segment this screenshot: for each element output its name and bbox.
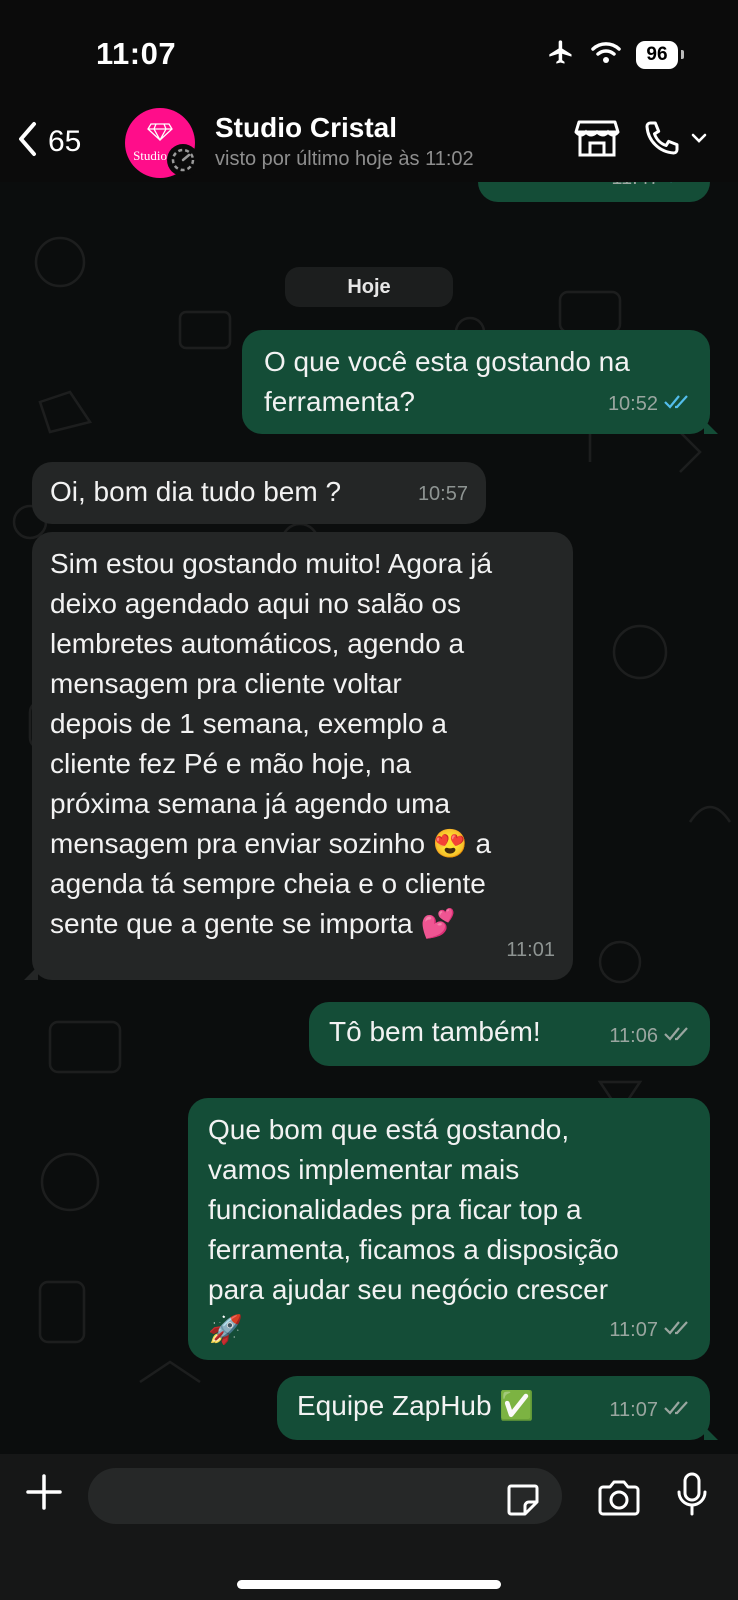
unread-count: 65 <box>48 124 82 158</box>
message-bubble-out[interactable]: Tô bem também! 11:06 <box>309 1002 710 1066</box>
contact-name[interactable]: Studio Cristal <box>215 112 397 144</box>
message-time-text: 11:47 <box>611 182 660 198</box>
delivered-receipt-icon <box>664 1310 692 1350</box>
message-line: Oi, bom dia tudo bem ? <box>50 476 342 507</box>
wifi-icon <box>590 40 622 69</box>
bubble-tail <box>704 420 718 434</box>
bubble-tail <box>704 1426 718 1440</box>
message-input[interactable] <box>88 1468 562 1524</box>
message-time-text: 10:52 <box>607 393 658 415</box>
message-line: próxima semana já agendo uma <box>50 788 451 819</box>
read-receipt-icon <box>664 384 692 424</box>
message-line: mensagem pra cliente voltar <box>50 668 402 699</box>
phone-icon[interactable] <box>642 118 682 163</box>
message-line: vamos implementar mais <box>208 1154 520 1185</box>
message-bubble-out[interactable]: O que você esta gostando na ferramenta? … <box>242 330 718 434</box>
message-bubble-out[interactable]: Equipe ZapHub ✅ 11:07 <box>277 1376 718 1440</box>
message-time-text: 10:57 <box>417 483 468 505</box>
mic-icon[interactable] <box>676 1472 708 1523</box>
message-bubble-in[interactable]: Oi, bom dia tudo bem ? 10:57 <box>32 462 486 524</box>
bubble-tail <box>24 966 38 980</box>
previous-message-bubble[interactable]: 11:47 <box>478 182 710 202</box>
status-ring-icon <box>167 144 199 176</box>
chat-area[interactable]: 11:47 Hoje O que você esta gostando na f… <box>0 182 738 1454</box>
message-line: sente que a gente se importa 💕 <box>50 908 456 939</box>
delivered-receipt-icon <box>664 1016 692 1056</box>
chat-header: 65 Studio Cri Studio Cristal visto por ú… <box>0 100 738 182</box>
message-bubble-out[interactable]: Que bom que está gostando, vamos impleme… <box>188 1098 710 1360</box>
message-time: 10:57 <box>418 474 468 514</box>
message-line: Sim estou gostando muito! Agora já <box>50 548 493 579</box>
message-line: cliente fez Pé e mão hoje, na <box>50 748 412 779</box>
status-bar: 11:07 96 <box>0 0 738 100</box>
date-separator: Hoje <box>285 267 453 307</box>
home-indicator <box>237 1580 501 1589</box>
message-line: lembretes automáticos, agendo a <box>50 628 465 659</box>
status-time: 11:07 <box>96 36 177 71</box>
message-bubble-in[interactable]: Sim estou gostando muito! Agora já deixo… <box>24 532 573 980</box>
header-actions <box>574 118 708 163</box>
message-time: 11:07 <box>609 1390 692 1430</box>
message-time: 10:52 <box>608 384 692 424</box>
message-time: 11:01 <box>506 930 555 970</box>
message-time-text: 11:01 <box>506 939 555 961</box>
camera-icon[interactable] <box>596 1478 642 1523</box>
message-time: 11:47 <box>611 182 692 198</box>
message-line: deixo agendado aqui no salão os <box>50 588 462 619</box>
message-line: agenda tá sempre cheia e o cliente <box>50 868 486 899</box>
status-icons: 96 <box>546 38 684 71</box>
battery-icon: 96 <box>636 40 684 69</box>
store-icon[interactable] <box>574 118 620 163</box>
message-line: funcionalidades pra ficar top a <box>208 1194 582 1225</box>
message-time-text: 11:06 <box>609 1025 658 1047</box>
plus-icon[interactable] <box>24 1472 64 1517</box>
message-line: para ajudar seu negócio crescer <box>208 1274 609 1305</box>
chevron-down-icon[interactable] <box>690 131 708 150</box>
message-time-text: 11:07 <box>609 1319 658 1341</box>
message-line: depois de 1 semana, exemplo a <box>50 708 447 739</box>
airplane-icon <box>546 38 576 71</box>
delivered-receipt-icon <box>664 1390 692 1430</box>
diamond-logo-icon <box>147 122 173 146</box>
sticker-icon[interactable] <box>505 1482 541 1523</box>
message-line: mensagem pra enviar sozinho 😍 a <box>50 828 492 859</box>
back-button[interactable]: 65 <box>16 120 81 163</box>
contact-status: visto por último hoje às 11:02 <box>215 148 474 170</box>
read-receipt-icon <box>666 182 692 198</box>
message-line: ferramenta, ficamos a disposição <box>208 1234 619 1265</box>
message-text: Sim estou gostando muito! Agora já deixo… <box>50 544 555 944</box>
message-time: 11:06 <box>609 1016 692 1056</box>
message-time: 11:07 <box>609 1310 692 1350</box>
message-line: O que você esta gostando na <box>264 346 630 377</box>
message-time-text: 11:07 <box>609 1399 658 1421</box>
chevron-left-icon <box>16 120 38 163</box>
input-bar <box>0 1454 738 1600</box>
message-line: Que bom que está gostando, <box>208 1114 570 1145</box>
